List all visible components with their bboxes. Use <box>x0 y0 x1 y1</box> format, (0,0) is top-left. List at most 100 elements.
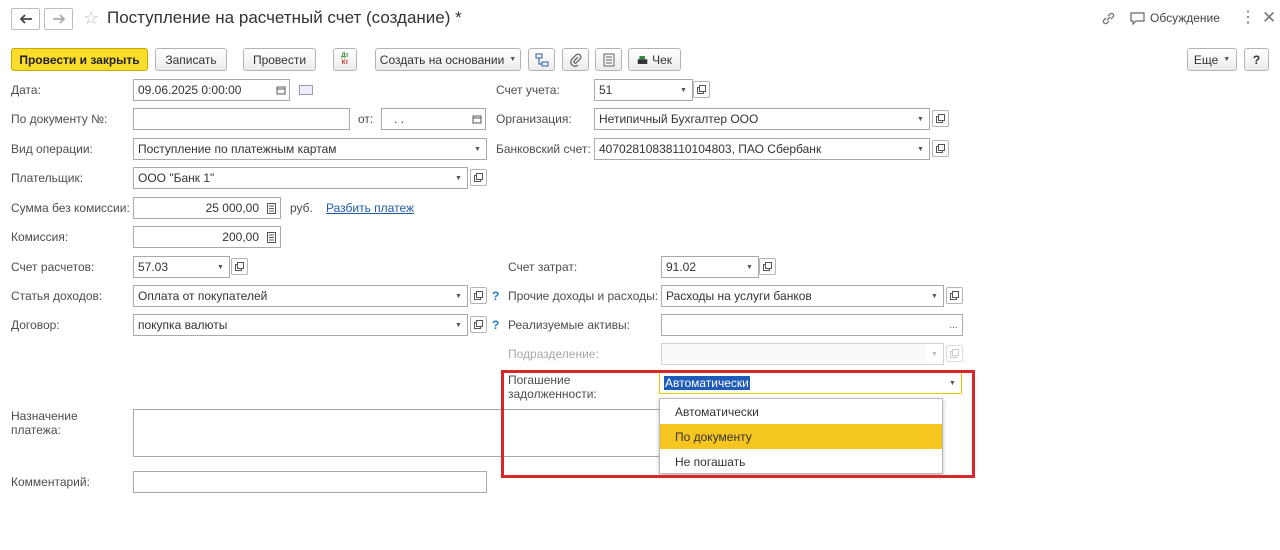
check-label: Чек <box>652 52 672 67</box>
payer-open-button[interactable] <box>470 169 487 186</box>
save-button[interactable]: Записать <box>155 48 227 71</box>
chevron-down-icon: ▼ <box>455 292 462 300</box>
document-icon <box>603 53 614 66</box>
purpose-label-line1: Назначение <box>11 409 78 423</box>
calendar-icon <box>276 86 285 95</box>
amount-calculator-button[interactable] <box>263 197 281 219</box>
amount-label: Сумма без комиссии: <box>11 201 130 215</box>
commission-calculator-button[interactable] <box>263 226 281 248</box>
bank-account-dropdown-button[interactable]: ▼ <box>912 138 930 160</box>
account-dropdown-button[interactable]: ▼ <box>675 79 693 101</box>
bank-account-open-button[interactable] <box>932 140 949 157</box>
calculator-icon <box>267 202 276 214</box>
contract-help-icon[interactable]: ? <box>492 318 499 332</box>
date-field[interactable]: 09.06.2025 0:00:00 <box>133 79 273 101</box>
dt-kt-icon-bottom: Кт <box>341 59 349 66</box>
organization-open-button[interactable] <box>932 110 949 127</box>
help-button[interactable]: ? <box>1244 48 1269 71</box>
attach-button[interactable] <box>562 48 589 71</box>
income-item-open-button[interactable] <box>470 287 487 304</box>
cost-account-field[interactable]: 91.02 <box>661 256 742 278</box>
department-dropdown-button: ▼ <box>926 343 944 365</box>
open-icon <box>950 349 959 358</box>
payer-dropdown-button[interactable]: ▼ <box>450 167 468 189</box>
contract-open-button[interactable] <box>470 316 487 333</box>
post-button[interactable]: Провести <box>243 48 316 71</box>
open-icon <box>950 291 959 300</box>
more-label: Еще <box>1193 52 1219 67</box>
print-button[interactable] <box>595 48 622 71</box>
history-icon[interactable] <box>299 85 313 95</box>
account-open-button[interactable] <box>693 81 710 98</box>
close-icon[interactable]: ✕ <box>1262 8 1276 28</box>
settlement-account-dropdown-button[interactable]: ▼ <box>212 256 230 278</box>
discussion-label: Обсуждение <box>1150 11 1220 25</box>
bank-account-field[interactable]: 40702810838110104803, ПАО Сбербанк <box>594 138 913 160</box>
chevron-down-icon: ▼ <box>746 263 753 271</box>
other-income-expenses-dropdown-button[interactable]: ▼ <box>926 285 944 307</box>
organization-dropdown-button[interactable]: ▼ <box>912 108 930 130</box>
operation-field[interactable]: Поступление по платежным картам <box>133 138 470 160</box>
chevron-down-icon: ▼ <box>917 145 924 153</box>
cost-account-open-button[interactable] <box>759 258 776 275</box>
department-label: Подразделение: <box>508 347 599 361</box>
forward-button[interactable] <box>44 8 73 30</box>
doc-date-calendar-button[interactable] <box>468 108 486 130</box>
comment-label: Комментарий: <box>11 475 90 489</box>
post-and-close-button[interactable]: Провести и закрыть <box>11 48 148 71</box>
back-button[interactable] <box>11 8 40 30</box>
assets-sold-select-button[interactable]: ... <box>945 314 963 336</box>
more-button[interactable]: Еще ▼ <box>1187 48 1237 71</box>
dt-kt-icon-top: Дт <box>341 52 349 59</box>
comment-field[interactable] <box>133 471 487 493</box>
create-based-on-label: Создать на основании <box>379 52 505 67</box>
open-icon <box>936 114 945 123</box>
operation-dropdown-button[interactable]: ▼ <box>469 138 487 160</box>
bank-account-label: Банковский счет: <box>496 142 591 156</box>
create-based-on-button[interactable]: Создать на основании ▼ <box>375 48 521 71</box>
check-button[interactable]: Чек <box>628 48 681 71</box>
contract-field[interactable]: покупка валюты <box>133 314 451 336</box>
payer-field[interactable]: ООО "Банк 1" <box>133 167 451 189</box>
settlement-account-label: Счет расчетов: <box>11 260 95 274</box>
organization-field[interactable]: Нетипичный Бухгалтер ООО <box>594 108 913 130</box>
chat-icon <box>1130 11 1145 25</box>
chevron-down-icon: ▼ <box>509 56 517 63</box>
cost-account-dropdown-button[interactable]: ▼ <box>741 256 759 278</box>
more-actions-icon[interactable]: ⋮ <box>1240 10 1256 26</box>
contract-label: Договор: <box>11 318 60 332</box>
link-icon[interactable] <box>1101 11 1116 29</box>
contract-dropdown-button[interactable]: ▼ <box>450 314 468 336</box>
highlight-annotation-box <box>501 370 975 478</box>
income-item-field[interactable]: Оплата от покупателей <box>133 285 451 307</box>
calendar-button[interactable] <box>272 79 290 101</box>
discussion-button[interactable]: Обсуждение <box>1130 11 1220 25</box>
structure-button[interactable] <box>528 48 555 71</box>
chevron-down-icon: ▼ <box>455 174 462 182</box>
cost-account-label: Счет затрат: <box>508 260 578 274</box>
income-item-label: Статья доходов: <box>11 289 103 303</box>
doc-number-field[interactable] <box>133 108 350 130</box>
settlement-account-field[interactable]: 57.03 <box>133 256 213 278</box>
account-field[interactable]: 51 <box>594 79 676 101</box>
amount-field[interactable]: 25 000,00 <box>133 197 264 219</box>
other-income-expenses-open-button[interactable] <box>946 287 963 304</box>
other-income-expenses-field[interactable]: Расходы на услуги банков <box>661 285 927 307</box>
chevron-down-icon: ▼ <box>680 86 687 94</box>
currency-label: руб. <box>290 201 313 215</box>
calendar-icon <box>472 115 481 124</box>
dt-kt-button[interactable]: Дт Кт <box>333 48 357 71</box>
open-icon <box>474 291 483 300</box>
page-title: Поступление на расчетный счет (создание)… <box>107 8 462 27</box>
favorite-star-icon[interactable]: ☆ <box>83 8 99 29</box>
commission-label: Комиссия: <box>11 230 69 244</box>
assets-sold-field[interactable] <box>661 314 946 336</box>
doc-date-field[interactable]: . . <box>381 108 469 130</box>
operation-label: Вид операции: <box>11 142 93 156</box>
income-item-dropdown-button[interactable]: ▼ <box>450 285 468 307</box>
split-payment-link[interactable]: Разбить платеж <box>326 201 414 215</box>
chevron-down-icon: ▼ <box>474 145 481 153</box>
commission-field[interactable]: 200,00 <box>133 226 264 248</box>
settlement-account-open-button[interactable] <box>231 258 248 275</box>
income-item-help-icon[interactable]: ? <box>492 289 499 303</box>
